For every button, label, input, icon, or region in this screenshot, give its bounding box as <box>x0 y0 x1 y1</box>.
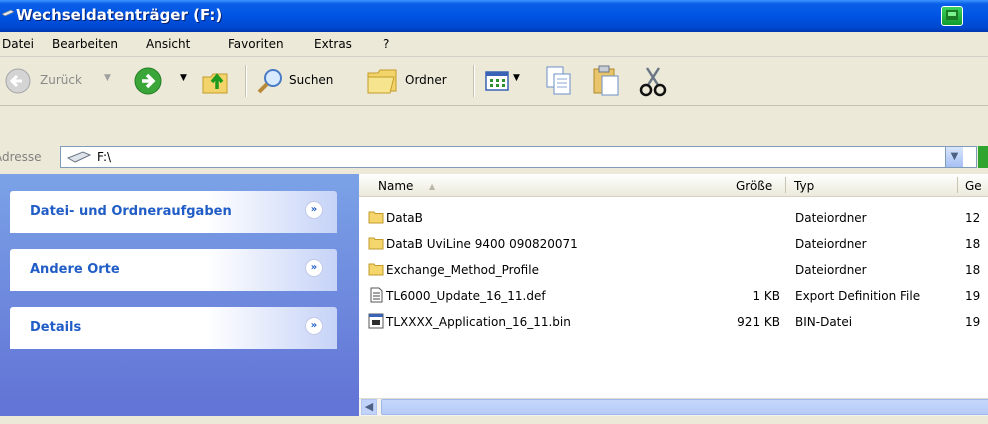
drive-icon <box>2 9 14 17</box>
search-button-label[interactable]: Suchen <box>289 73 333 87</box>
folder-icon <box>368 263 384 276</box>
file-type: Export Definition File <box>795 289 921 303</box>
scroll-left-button[interactable]: ◀ <box>361 399 377 415</box>
window-bottom-edge <box>0 416 988 424</box>
address-label: Adresse <box>0 150 42 164</box>
back-button-label[interactable]: Zurück <box>40 73 82 87</box>
address-dropdown-button[interactable]: ▼ <box>945 147 963 167</box>
drive-icon <box>67 151 91 163</box>
window-title: Wechseldatenträger (F:) <box>16 6 223 24</box>
file-size: 921 KB <box>737 315 780 329</box>
column-date[interactable]: Ge <box>965 179 982 193</box>
view-dropdown-icon[interactable]: ▼ <box>513 73 520 83</box>
task-panel-title[interactable]: Datei- und Ordneraufgaben <box>30 204 232 219</box>
search-icon[interactable] <box>255 66 285 96</box>
folders-button-label[interactable]: Ordner <box>405 73 447 87</box>
forward-dropdown-icon[interactable]: ▼ <box>180 73 187 83</box>
menu-view[interactable]: Ansicht <box>146 37 190 51</box>
task-panel-other-places[interactable]: Andere Orte » <box>10 249 337 291</box>
file-date: 18 <box>965 237 981 251</box>
file-type: Dateiordner <box>795 211 867 225</box>
cut-icon[interactable] <box>638 65 668 97</box>
back-dropdown-icon[interactable]: ▼ <box>104 73 111 83</box>
expand-chevron-icon[interactable]: » <box>305 317 323 335</box>
folder-icon <box>368 237 384 250</box>
menu-favorites[interactable]: Favoriten <box>228 37 284 51</box>
file-name[interactable]: Exchange_Method_Profile <box>386 263 539 277</box>
expand-chevron-icon[interactable]: » <box>305 201 323 219</box>
forward-arrow-icon[interactable] <box>133 66 163 96</box>
file-date: 12 <box>965 211 981 225</box>
column-type[interactable]: Typ <box>794 179 814 193</box>
text-file-icon <box>370 287 383 303</box>
file-name[interactable]: DataB <box>386 211 423 225</box>
toolbar: Zurück ▼ ▼ Suchen Ordner ▼ <box>0 57 988 106</box>
file-row[interactable]: TLXXXX_Application_16_11.bin 921 KB BIN-… <box>364 311 988 333</box>
file-type: Dateiordner <box>795 237 867 251</box>
file-name[interactable]: DataB UviLine 9400 090820071 <box>386 237 578 251</box>
file-row[interactable]: Exchange_Method_Profile Dateiordner 18 <box>364 259 988 281</box>
address-field[interactable] <box>60 146 977 168</box>
folder-icon <box>368 211 384 224</box>
back-arrow-icon[interactable] <box>4 67 32 95</box>
sort-ascending-icon: ▲ <box>429 182 436 191</box>
task-pane: Datei- und Ordneraufgaben » Andere Orte … <box>0 174 359 400</box>
task-panel-file-folder[interactable]: Datei- und Ordneraufgaben » <box>10 191 337 233</box>
binary-file-icon <box>368 313 384 329</box>
menu-bar: Datei Bearbeiten Ansicht Favoriten Extra… <box>0 32 988 57</box>
file-type: BIN-Datei <box>795 315 853 329</box>
file-date: 18 <box>965 263 981 277</box>
column-size[interactable]: Größe <box>736 179 772 193</box>
file-row[interactable]: TL6000_Update_16_11.def 1 KB Export Defi… <box>364 285 988 307</box>
up-folder-icon[interactable] <box>199 65 231 97</box>
file-row[interactable]: DataB Dateiordner 12 <box>364 207 988 229</box>
file-size: 1 KB <box>752 289 780 303</box>
file-date: 19 <box>965 315 981 329</box>
task-panel-title[interactable]: Details <box>30 320 81 335</box>
menu-file[interactable]: Datei <box>2 37 34 51</box>
column-header: Name ▲ Größe Typ Ge <box>359 174 988 197</box>
go-button[interactable] <box>978 146 988 168</box>
column-name[interactable]: Name <box>378 179 413 193</box>
menu-help[interactable]: ? <box>383 37 389 51</box>
toolbar-spacer <box>0 106 988 140</box>
task-panel-details[interactable]: Details » <box>10 307 337 349</box>
file-name[interactable]: TLXXXX_Application_16_11.bin <box>386 315 571 329</box>
copy-to-icon[interactable] <box>545 65 573 97</box>
task-panel-title[interactable]: Andere Orte <box>30 262 120 277</box>
folders-icon[interactable] <box>366 67 400 95</box>
view-icon[interactable] <box>485 69 511 93</box>
file-type: Dateiordner <box>795 263 867 277</box>
file-date: 19 <box>965 289 981 303</box>
app-icon <box>941 6 963 26</box>
file-row[interactable]: DataB UviLine 9400 090820071 Dateiordner… <box>364 233 988 255</box>
scrollbar-thumb[interactable] <box>381 399 988 415</box>
paste-icon[interactable] <box>591 65 621 97</box>
menu-edit[interactable]: Bearbeiten <box>52 37 118 51</box>
address-value[interactable]: F:\ <box>97 150 111 164</box>
expand-chevron-icon[interactable]: » <box>305 259 323 277</box>
menu-tools[interactable]: Extras <box>314 37 352 51</box>
file-name[interactable]: TL6000_Update_16_11.def <box>386 289 546 303</box>
